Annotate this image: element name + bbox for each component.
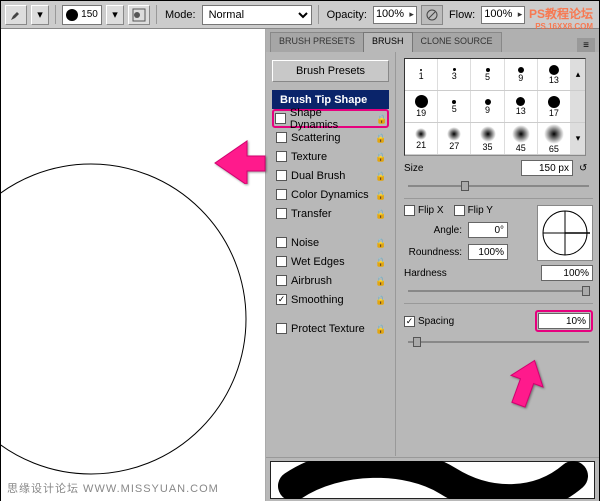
panel-menu-icon[interactable]: ≡	[577, 38, 595, 52]
lock-icon[interactable]: 🔒	[375, 257, 385, 267]
brush-preset-chip[interactable]: 150	[62, 5, 102, 25]
brush-panel: BRUSH PRESETS BRUSH CLONE SOURCE ≡ Brush…	[266, 29, 599, 501]
brush-options-list: Brush Presets Brush Tip Shape Shape Dyna…	[266, 52, 395, 456]
roundness-label: Roundness:	[404, 247, 462, 258]
item-color-dynamics[interactable]: Color Dynamics 🔒	[272, 185, 389, 204]
checkbox-smoothing[interactable]	[276, 294, 287, 305]
spacer	[272, 223, 389, 233]
callout-arrow-1	[212, 139, 267, 184]
checkbox-shape-dynamics[interactable]	[275, 113, 286, 124]
roundness-input[interactable]	[468, 244, 508, 260]
lock-icon[interactable]: 🔒	[375, 209, 385, 219]
flipx-checkbox[interactable]: Flip X	[404, 205, 444, 216]
lock-icon[interactable]: 🔒	[375, 238, 385, 248]
item-wet-edges[interactable]: Wet Edges 🔒	[272, 252, 389, 271]
checkbox-dual-brush[interactable]	[276, 170, 287, 181]
angle-input[interactable]	[468, 222, 508, 238]
spacer	[272, 309, 389, 319]
hardness-label: Hardness	[404, 268, 535, 279]
tool-preset-dropdown[interactable]: ▾	[31, 5, 49, 25]
flow-label: Flow:	[447, 9, 477, 21]
spacing-slider[interactable]	[404, 336, 593, 348]
flow-input[interactable]: 100%	[481, 6, 525, 24]
item-smoothing[interactable]: Smoothing 🔒	[272, 290, 389, 309]
checkbox-noise[interactable]	[276, 237, 287, 248]
tab-brush[interactable]: BRUSH	[363, 32, 413, 52]
stroke-sample	[278, 461, 588, 499]
pressure-opacity-toggle[interactable]	[421, 5, 443, 25]
checkbox-scattering[interactable]	[276, 132, 287, 143]
circle-path	[0, 159, 251, 479]
opacity-input[interactable]: 100%	[373, 6, 417, 24]
scrollbar-down[interactable]: ▾	[571, 123, 585, 154]
options-bar: ▾ 150 ▾ Mode: Normal Opacity: 100% Flow:…	[1, 1, 599, 29]
reset-size-icon[interactable]: ↺	[579, 163, 593, 174]
tab-brush-presets[interactable]: BRUSH PRESETS	[270, 32, 364, 52]
brush-tip-controls: 1 3 5 9 13 ▴ 19 5 9 13 17	[395, 52, 599, 456]
item-scattering[interactable]: Scattering 🔒	[272, 128, 389, 147]
size-input[interactable]	[521, 160, 573, 176]
brush-dot-icon	[66, 9, 78, 21]
brush-sample-grid[interactable]: 1 3 5 9 13 ▴ 19 5 9 13 17	[404, 58, 586, 156]
document-canvas[interactable]	[1, 29, 266, 501]
spacing-checkbox[interactable]: Spacing	[404, 316, 529, 327]
brush-dropdown[interactable]: ▾	[106, 5, 124, 25]
brush-panel-icon[interactable]	[128, 5, 150, 25]
lock-icon[interactable]: 🔒	[375, 295, 385, 305]
flipy-checkbox[interactable]: Flip Y	[454, 205, 493, 216]
checkbox-wet-edges[interactable]	[276, 256, 287, 267]
brush-size-display: 150	[81, 9, 98, 20]
brush-tool-icon[interactable]	[5, 5, 27, 25]
item-dual-brush[interactable]: Dual Brush 🔒	[272, 166, 389, 185]
scrollbar-track[interactable]	[571, 91, 585, 122]
lock-icon[interactable]: 🔒	[375, 190, 385, 200]
checkbox-color-dynamics[interactable]	[276, 189, 287, 200]
lock-icon[interactable]: 🔒	[375, 133, 385, 143]
brush-presets-button[interactable]: Brush Presets	[272, 60, 389, 82]
callout-arrow on-2	[499, 359, 554, 414]
blend-mode-select[interactable]: Normal	[202, 5, 312, 25]
angle-label: Angle:	[404, 225, 462, 236]
scrollbar-up[interactable]: ▴	[571, 59, 585, 90]
item-shape-dynamics[interactable]: Shape Dynamics 🔒	[272, 109, 389, 128]
lock-icon[interactable]: 🔒	[375, 324, 385, 334]
item-noise[interactable]: Noise 🔒	[272, 233, 389, 252]
size-slider[interactable]	[404, 180, 593, 192]
angle-control[interactable]	[537, 205, 593, 261]
lock-icon[interactable]: 🔒	[376, 114, 386, 124]
item-texture[interactable]: Texture 🔒	[272, 147, 389, 166]
lock-icon[interactable]: 🔒	[375, 152, 385, 162]
checkbox-airbrush[interactable]	[276, 275, 287, 286]
panel-tabs: BRUSH PRESETS BRUSH CLONE SOURCE ≡	[266, 29, 599, 52]
hardness-slider[interactable]	[404, 285, 593, 297]
main-area: BRUSH PRESETS BRUSH CLONE SOURCE ≡ Brush…	[1, 29, 599, 501]
mode-label: Mode:	[163, 9, 198, 21]
opacity-label: Opacity:	[325, 9, 369, 21]
hardness-input[interactable]	[541, 265, 593, 281]
watermark-left: 思缘设计论坛 WWW.MISSYUAN.COM	[7, 480, 219, 496]
spacing-input[interactable]	[538, 313, 590, 329]
checkbox-texture[interactable]	[276, 151, 287, 162]
checkbox-transfer[interactable]	[276, 208, 287, 219]
checkbox-protect-texture[interactable]	[276, 323, 287, 334]
item-airbrush[interactable]: Airbrush 🔒	[272, 271, 389, 290]
lock-icon[interactable]: 🔒	[375, 171, 385, 181]
tab-clone-source[interactable]: CLONE SOURCE	[412, 32, 502, 52]
size-label: Size	[404, 163, 515, 174]
item-protect-texture[interactable]: Protect Texture 🔒	[272, 319, 389, 338]
lock-icon[interactable]: 🔒	[375, 276, 385, 286]
brush-stroke-preview	[266, 457, 599, 501]
item-transfer[interactable]: Transfer 🔒	[272, 204, 389, 223]
